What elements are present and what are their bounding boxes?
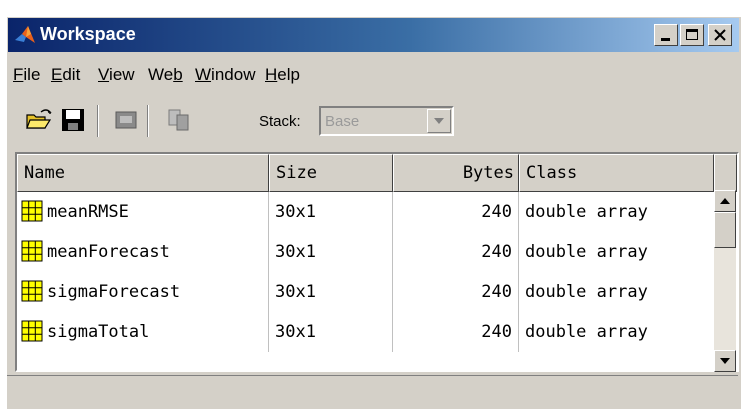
menu-file[interactable]: File — [13, 65, 40, 85]
scroll-up-button[interactable] — [714, 190, 736, 212]
name-cell: meanForecast — [17, 232, 269, 272]
chevron-down-icon — [434, 118, 444, 124]
bytes-cell: 240 — [393, 192, 519, 232]
class-cell: double array — [525, 202, 648, 222]
variable-name: meanRMSE — [47, 202, 129, 222]
print-icon[interactable] — [112, 106, 140, 134]
maximize-button[interactable] — [680, 24, 704, 46]
arrow-up-icon — [720, 198, 730, 204]
save-icon[interactable] — [59, 106, 87, 134]
bytes-cell: 240 — [393, 272, 519, 312]
menu-web[interactable]: Web — [148, 65, 183, 85]
menu-bar: File Edit View Web Window Help — [7, 61, 738, 91]
title-bar[interactable]: Workspace — [8, 18, 739, 52]
size-cell: 30x1 — [269, 232, 393, 272]
status-bar — [7, 375, 738, 410]
toolbar: Stack: Base — [7, 97, 738, 143]
stack-value: Base — [325, 113, 360, 130]
variable-name: meanForecast — [47, 242, 170, 262]
column-header-name[interactable]: Name — [17, 154, 269, 192]
dropdown-button[interactable] — [427, 109, 451, 133]
stack-select[interactable]: Base — [319, 106, 454, 136]
menu-window[interactable]: Window — [195, 65, 255, 85]
table-row[interactable]: sigmaForecast 30x1 240 double array — [17, 272, 712, 312]
menu-edit[interactable]: Edit — [51, 65, 80, 85]
class-cell: double array — [525, 242, 648, 262]
variable-name: sigmaForecast — [47, 282, 181, 302]
close-button[interactable] — [708, 24, 732, 46]
workspace-window: Workspace File Edit View Web Window Help — [6, 16, 741, 409]
size-cell: 30x1 — [269, 272, 393, 312]
table-row[interactable]: sigmaTotal 30x1 240 double array — [17, 312, 712, 352]
array-variable-icon — [21, 200, 43, 222]
bytes-cell: 240 — [393, 312, 519, 352]
class-cell: double array — [525, 282, 648, 302]
variable-name: sigmaTotal — [47, 322, 150, 342]
close-icon — [714, 29, 726, 41]
toolbar-separator — [97, 105, 99, 137]
column-header-filler — [714, 154, 737, 192]
array-variable-icon — [21, 240, 43, 262]
name-cell: sigmaTotal — [17, 312, 269, 352]
name-cell: meanRMSE — [17, 192, 269, 232]
size-cell: 30x1 — [269, 312, 393, 352]
variables-table: Name Size Bytes Class meanRMSE 30x1 240 … — [15, 152, 739, 372]
bytes-cell: 240 — [393, 232, 519, 272]
table-row[interactable]: meanRMSE 30x1 240 double array — [17, 192, 712, 232]
column-header-size[interactable]: Size — [269, 154, 393, 192]
table-row[interactable]: meanForecast 30x1 240 double array — [17, 232, 712, 272]
arrow-down-icon — [720, 358, 730, 364]
array-variable-icon — [21, 320, 43, 342]
menu-view[interactable]: View — [98, 65, 135, 85]
maximize-icon — [686, 29, 698, 40]
scroll-thumb[interactable] — [714, 212, 736, 248]
vertical-scrollbar[interactable] — [714, 190, 736, 372]
matlab-logo-icon — [15, 26, 35, 43]
scroll-down-button[interactable] — [714, 350, 736, 372]
minimize-icon — [661, 38, 670, 41]
stack-label: Stack: — [259, 113, 301, 130]
column-header-bytes[interactable]: Bytes — [393, 154, 519, 192]
toolbar-separator — [147, 105, 149, 137]
open-folder-icon[interactable] — [25, 106, 53, 134]
size-cell: 30x1 — [269, 192, 393, 232]
copy-icon[interactable] — [165, 106, 193, 134]
minimize-button[interactable] — [654, 24, 678, 46]
array-variable-icon — [21, 280, 43, 302]
column-header-class[interactable]: Class — [519, 154, 714, 192]
name-cell: sigmaForecast — [17, 272, 269, 312]
class-cell: double array — [525, 322, 648, 342]
menu-help[interactable]: Help — [265, 65, 300, 85]
window-title: Workspace — [40, 24, 136, 44]
